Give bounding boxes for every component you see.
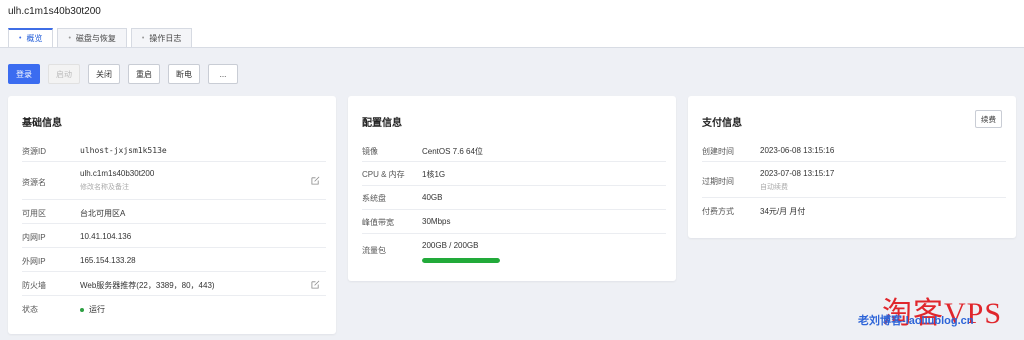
tab-dot-icon: •	[68, 34, 71, 42]
tab-dot-icon: •	[19, 35, 22, 42]
config-info-card: 配置信息 镜像 CentOS 7.6 64位 CPU & 内存 1核1G 系统盘…	[348, 96, 676, 281]
watermark: 淘客VPS 老刘博客-laoliublog.cn	[858, 288, 1024, 340]
row-cpu-memory: CPU & 内存 1核1G	[362, 162, 666, 186]
disk-label: 系统盘	[362, 194, 386, 203]
basic-info-title: 基础信息	[22, 118, 62, 129]
restart-button[interactable]: 重启	[128, 64, 160, 84]
row-private-ip: 内网IP 10.41.104.136	[22, 224, 326, 248]
firewall-value: Web服务器推荐(22，3389，80，443)	[80, 281, 215, 290]
traffic-value: 200GB / 200GB	[422, 241, 479, 250]
zone-label: 可用区	[22, 209, 46, 218]
poweroff-button[interactable]: 断电	[168, 64, 200, 84]
cpu-label: CPU & 内存	[362, 170, 405, 179]
traffic-label: 流量包	[362, 246, 386, 255]
firewall-label: 防火墙	[22, 281, 46, 290]
row-resource-name: 资源名 ulh.c1m1s40b30t200 修改名称及备注	[22, 162, 326, 200]
status-badge: 运行	[80, 304, 105, 315]
tab-bar: • 概览 • 磁盘与恢复 • 操作日志	[8, 28, 193, 47]
more-button[interactable]: ...	[208, 64, 238, 84]
row-traffic: 流量包 200GB / 200GB	[362, 234, 666, 268]
image-label: 镜像	[362, 147, 378, 156]
traffic-progress-bar	[422, 258, 500, 263]
traffic-progress-fill	[422, 258, 500, 263]
tab-overview[interactable]: • 概览	[8, 28, 54, 47]
bandwidth-label: 峰值带宽	[362, 218, 394, 227]
row-firewall: 防火墙 Web服务器推荐(22，3389，80，443)	[22, 272, 326, 296]
row-bandwidth: 峰值带宽 30Mbps	[362, 210, 666, 234]
row-zone: 可用区 台北可用区A	[22, 200, 326, 224]
disk-value: 40GB	[422, 193, 443, 202]
row-created: 创建时间 2023-06-08 13:15:16	[702, 140, 1006, 162]
cpu-value: 1核1G	[422, 170, 446, 179]
status-label: 状态	[22, 305, 38, 314]
expire-value: 2023-07-08 13:15:17	[760, 169, 835, 178]
created-label: 创建时间	[702, 147, 734, 156]
payment-info-title: 支付信息	[702, 118, 742, 129]
row-system-disk: 系统盘 40GB	[362, 186, 666, 210]
tab-label: 概览	[26, 34, 43, 43]
row-image: 镜像 CentOS 7.6 64位	[362, 140, 666, 162]
billing-method-label: 付费方式	[702, 207, 734, 216]
zone-value: 台北可用区A	[80, 209, 126, 218]
status-dot-icon	[80, 307, 84, 312]
bandwidth-value: 30Mbps	[422, 217, 451, 226]
header-bar: ulh.c1m1s40b30t200 • 概览 • 磁盘与恢复 • 操作日志	[0, 0, 1024, 48]
image-value: CentOS 7.6 64位	[422, 147, 483, 156]
renew-button[interactable]: 续费	[975, 110, 1002, 128]
basic-info-card: 基础信息 资源ID ulhost-jxjsm1k513e 资源名 ulh.c1m…	[8, 96, 336, 334]
expire-label: 过期时间	[702, 177, 734, 186]
edit-icon[interactable]	[311, 176, 320, 185]
watermark-subtitle: 老刘博客-laoliublog.cn	[858, 315, 974, 327]
shutdown-button[interactable]: 关闭	[88, 64, 120, 84]
payment-info-card: 支付信息 续费 创建时间 2023-06-08 13:15:16 过期时间 20…	[688, 96, 1016, 238]
resource-id-value: ulhost-jxjsm1k513e	[80, 146, 167, 155]
row-billing-method: 付费方式 34元/月 月付	[702, 198, 1006, 222]
resource-name-label: 资源名	[22, 178, 46, 187]
tab-operation-log[interactable]: • 操作日志	[130, 28, 193, 47]
private-ip-label: 内网IP	[22, 233, 46, 242]
private-ip-value: 10.41.104.136	[80, 232, 132, 241]
tab-label: 磁盘与恢复	[75, 33, 116, 43]
status-value: 运行	[89, 305, 105, 314]
created-value: 2023-06-08 13:15:16	[760, 146, 835, 155]
billing-method-value: 34元/月 月付	[760, 207, 806, 216]
resource-name-hint[interactable]: 修改名称及备注	[80, 182, 129, 192]
tab-dot-icon: •	[141, 34, 145, 42]
tab-label: 操作日志	[149, 33, 182, 43]
auto-renew-text: 自动续费	[760, 184, 788, 191]
resource-name-value: ulh.c1m1s40b30t200	[80, 169, 155, 178]
public-ip-value: 165.154.133.28	[80, 256, 136, 265]
tab-disk-recovery[interactable]: • 磁盘与恢复	[57, 28, 127, 47]
row-status: 状态 运行	[22, 296, 326, 320]
edit-icon[interactable]	[311, 280, 320, 289]
row-public-ip: 外网IP 165.154.133.28	[22, 248, 326, 272]
start-button[interactable]: 启动	[48, 64, 80, 84]
resource-id-label: 资源ID	[22, 147, 46, 156]
tab-divider	[0, 47, 1024, 48]
config-info-title: 配置信息	[362, 118, 402, 129]
page-title: ulh.c1m1s40b30t200	[8, 6, 101, 17]
login-button[interactable]: 登录	[8, 64, 40, 84]
action-toolbar: 登录 启动 关闭 重启 断电 ...	[8, 64, 238, 84]
public-ip-label: 外网IP	[22, 257, 46, 266]
row-expire: 过期时间 2023-07-08 13:15:17 自动续费	[702, 162, 1006, 198]
row-resource-id: 资源ID ulhost-jxjsm1k513e	[22, 140, 326, 162]
